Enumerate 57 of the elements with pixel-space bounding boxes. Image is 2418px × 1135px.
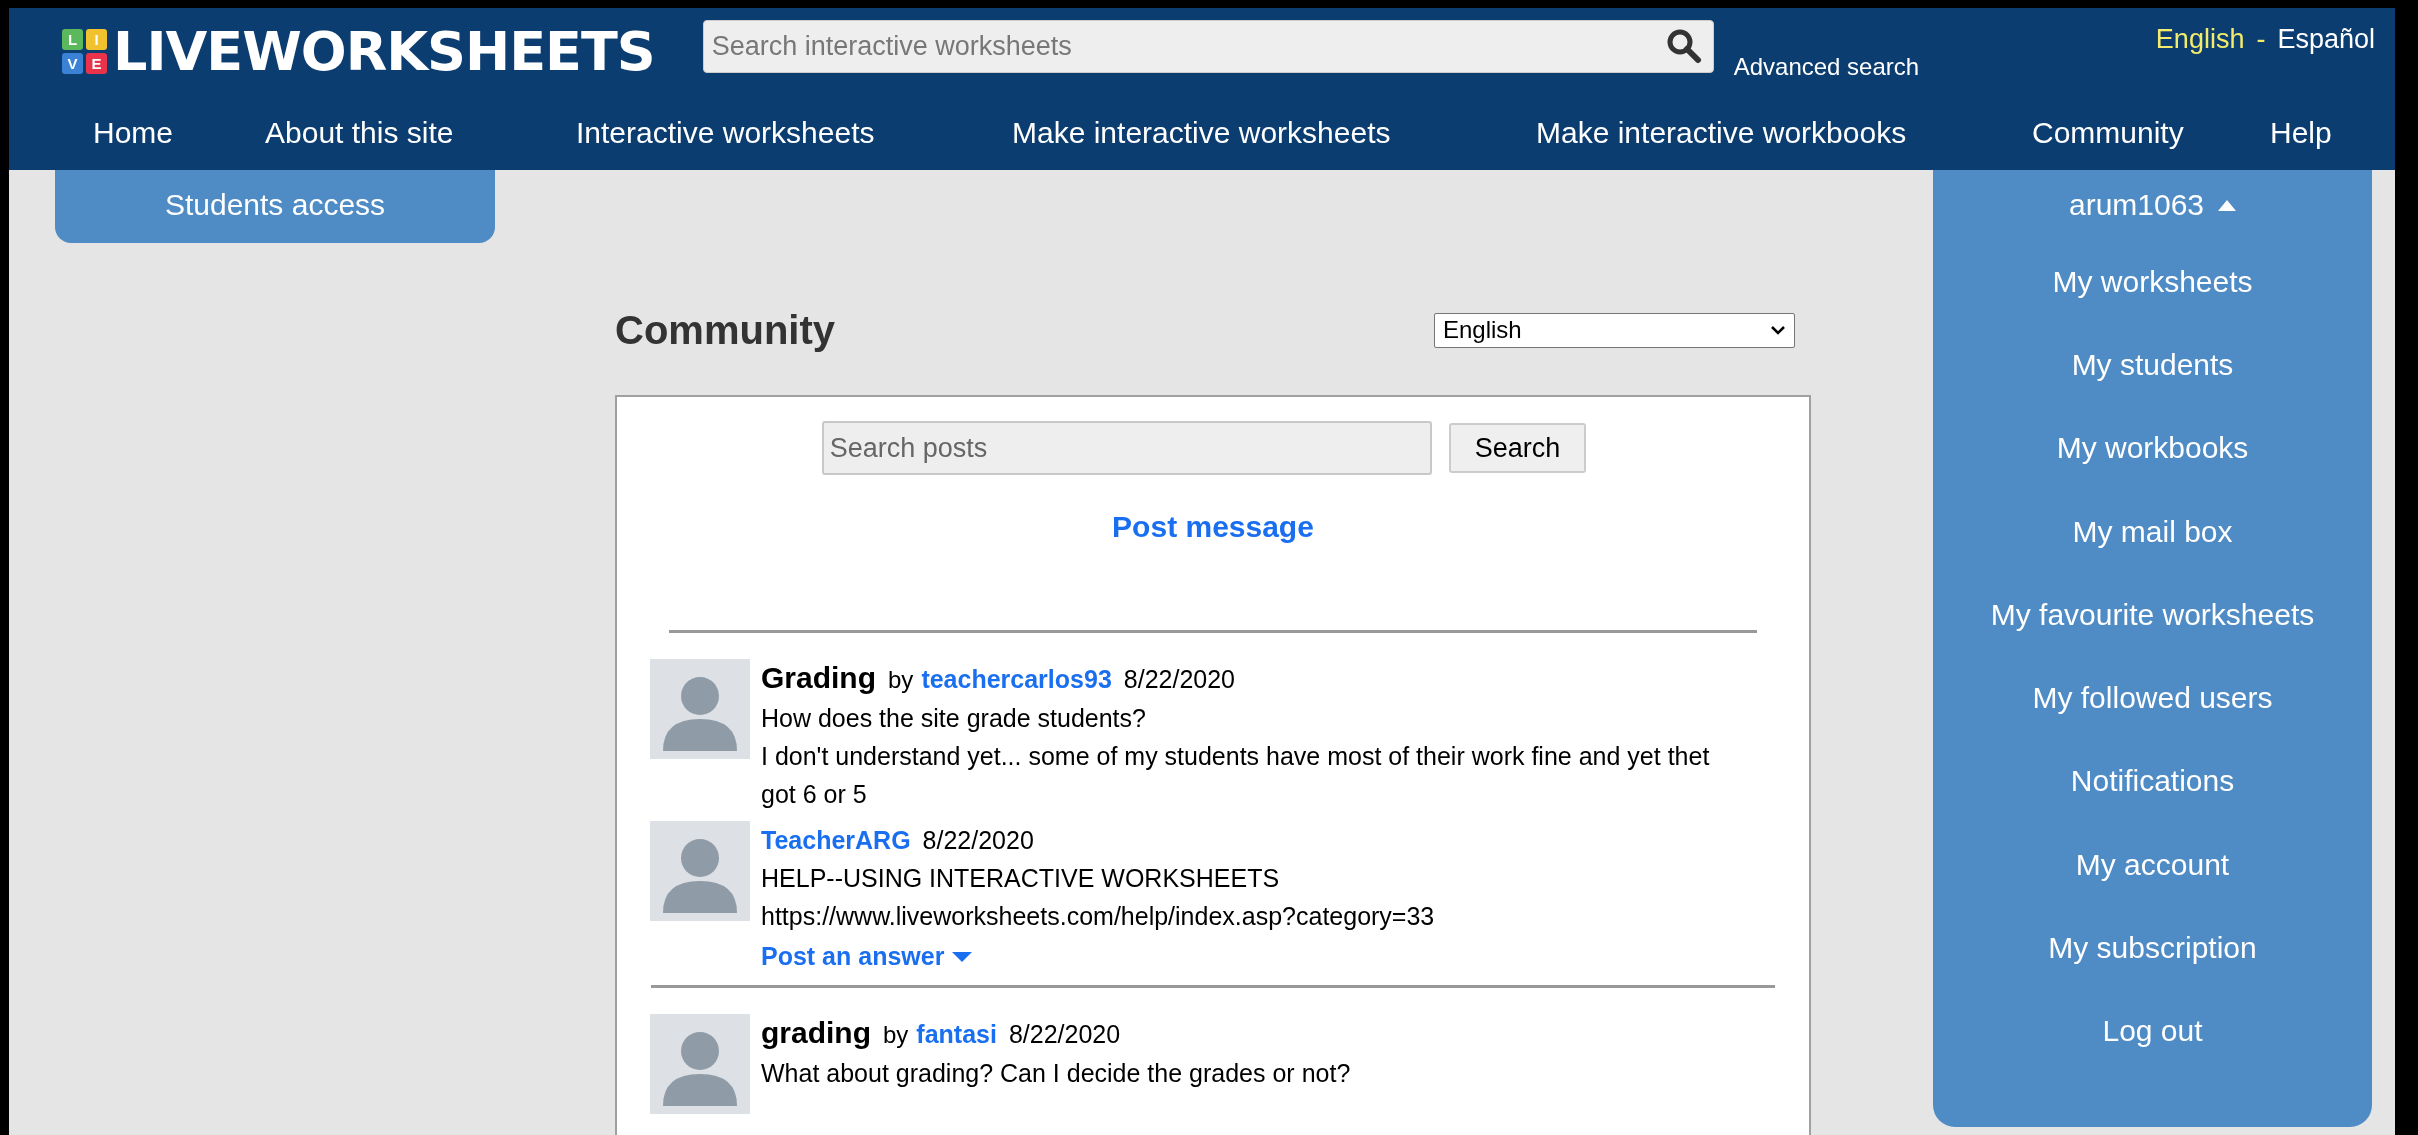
students-access-button[interactable]: Students access xyxy=(55,170,495,243)
nav-link[interactable]: Home xyxy=(93,115,174,150)
nav-link[interactable]: Interactive worksheets xyxy=(576,115,875,150)
nav-link[interactable]: Make interactive workbooks xyxy=(1536,115,1907,150)
menu-link[interactable]: My account xyxy=(2075,847,2230,882)
author-link[interactable]: teachercarlos93 xyxy=(921,660,1112,698)
reply-date: 8/22/2020 xyxy=(922,825,1034,856)
language-link[interactable]: Español xyxy=(2277,24,2375,55)
post-answer-link[interactable]: Post an answer xyxy=(761,942,973,971)
menu-link[interactable]: Notifications xyxy=(2070,764,2235,799)
nav-link[interactable]: Help xyxy=(2270,115,2332,150)
menu-link[interactable]: My worksheets xyxy=(2052,264,2253,299)
post-message-link[interactable]: Post message xyxy=(1112,510,1314,543)
menu-link[interactable]: My subscription xyxy=(2048,931,2257,965)
author-link[interactable]: TeacherARG xyxy=(761,821,911,859)
separator: - xyxy=(2256,24,2266,55)
avatar-icon xyxy=(650,821,750,921)
nav-link[interactable]: Make interactive worksheets xyxy=(1012,115,1391,150)
advanced-search-link[interactable]: Advanced search xyxy=(1733,53,1920,81)
avatar-icon xyxy=(650,659,750,759)
reply-text: https://www.liveworksheets.com/help/index.asp?category=33 xyxy=(761,901,1436,932)
search-field[interactable]: Search interactive worksheets xyxy=(702,20,1714,73)
post-date: 8/22/2020 xyxy=(1123,664,1235,695)
search-icon[interactable] xyxy=(1665,28,1702,64)
menu-link[interactable]: My students xyxy=(2071,347,2234,382)
post-text: How does the site grade students? xyxy=(761,703,1147,734)
byline-label: by xyxy=(883,1020,909,1050)
username-link[interactable]: arum1063 xyxy=(2068,188,2205,222)
post-text: I don't understand yet... some of my students have most of their work fine and yet thet got 6 or 5 xyxy=(761,741,1711,810)
search-posts-field[interactable]: Search posts xyxy=(821,421,1432,475)
avatar-icon xyxy=(650,1014,750,1114)
chevron-icon xyxy=(1770,323,1786,337)
author-link[interactable]: fantasi xyxy=(916,1015,997,1053)
menu-link[interactable]: My favourite worksheets xyxy=(1990,597,2315,632)
post-date: 8/22/2020 xyxy=(1008,1019,1121,1050)
menu-link[interactable]: Log out xyxy=(2102,1014,2203,1049)
logo-tile: I xyxy=(86,29,107,50)
nav-link[interactable]: About this site xyxy=(265,115,454,150)
menu-link[interactable]: My workbooks xyxy=(2056,431,2249,466)
menu-link[interactable]: My mail box xyxy=(2072,514,2233,549)
reply-text: HELP--USING INTERACTIVE WORKSHEETS xyxy=(761,863,1281,894)
site-logo[interactable]: L I V E LIVEWORKSHEETS xyxy=(62,20,655,83)
post-title: Grading xyxy=(761,660,876,696)
language-link[interactable]: English xyxy=(2155,24,2245,55)
page-heading: Community xyxy=(615,307,835,353)
logo-tile: V xyxy=(62,53,83,74)
post-title: grading xyxy=(761,1015,871,1051)
search-button[interactable]: Search xyxy=(1448,423,1587,473)
menu-link[interactable]: My followed users xyxy=(2032,681,2273,716)
caret-icon xyxy=(952,951,973,962)
byline-label: by xyxy=(888,665,914,695)
logo-wordmark: LIVEWORKSHEETS xyxy=(113,20,655,83)
logo-tile: L xyxy=(62,29,83,50)
post-text: What about grading? Can I decide the grades or not? xyxy=(761,1058,1352,1089)
logo-tile: E xyxy=(86,53,107,74)
nav-link[interactable]: Community xyxy=(2032,115,2184,150)
language-dropdown[interactable]: English xyxy=(1434,312,1795,348)
